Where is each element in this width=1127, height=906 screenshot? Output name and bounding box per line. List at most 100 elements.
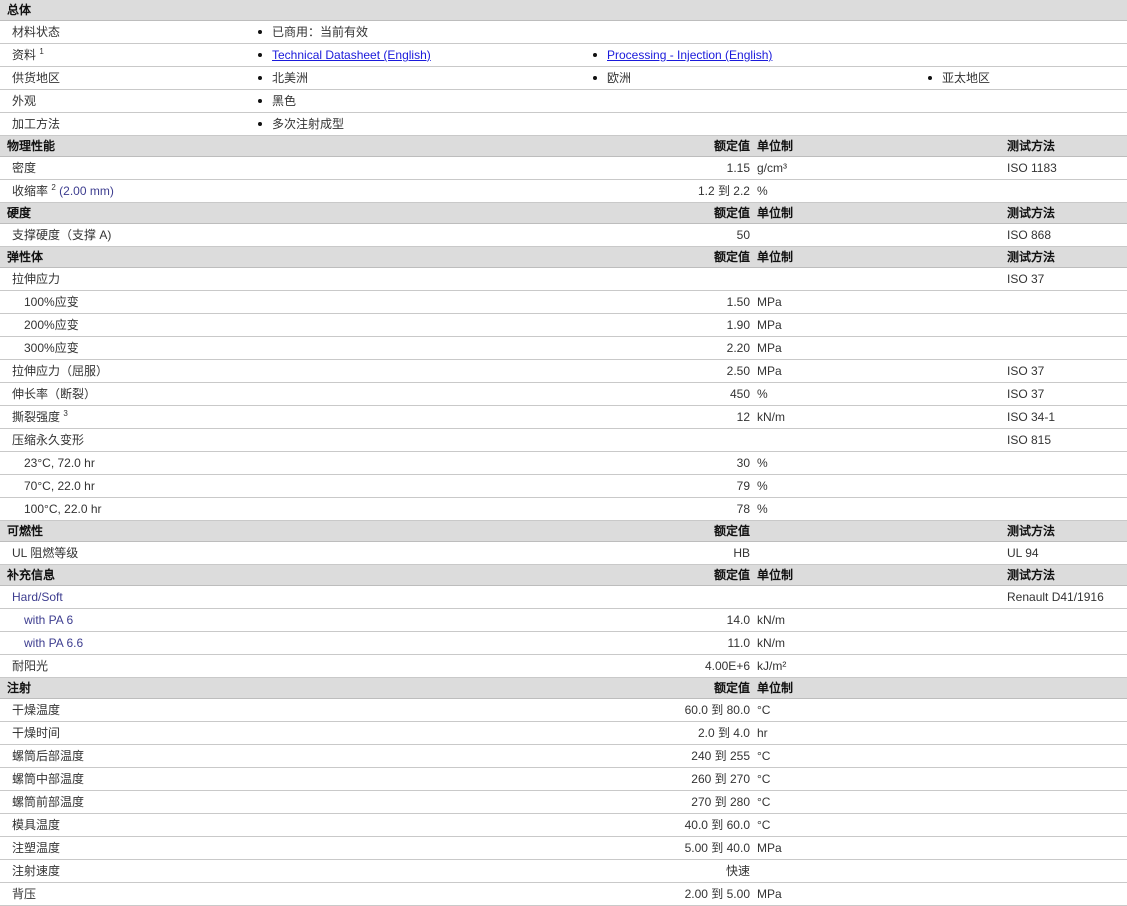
- section-title: 硬度: [7, 206, 32, 220]
- table-row: 拉伸应力 ISO 37: [0, 268, 1127, 291]
- row-value: 270 到 280: [691, 795, 750, 809]
- row-value: 240 到 255: [691, 749, 750, 763]
- datasheet: 总体 材料状态 已商用：当前有效 资料 1 Technical Datashee…: [0, 0, 1127, 906]
- section-header-injection: 注射 额定值 单位制: [0, 678, 1127, 699]
- row-value: 12: [736, 410, 750, 424]
- row-availability: 供货地区 北美洲 欧洲 亚太地区: [0, 67, 1127, 90]
- row-label: 拉伸应力（屈服）: [12, 364, 109, 378]
- row-unit: °C: [757, 703, 771, 717]
- row-value: 5.00 到 40.0: [684, 841, 750, 855]
- row-value: 450: [729, 387, 750, 401]
- column-method: 测试方法: [1007, 139, 1056, 153]
- row-unit: kJ/m²: [757, 659, 787, 673]
- row-label: 100°C, 22.0 hr: [24, 502, 102, 516]
- row-processing-method: 加工方法 多次注射成型: [0, 113, 1127, 136]
- column-method: 测试方法: [1007, 250, 1056, 264]
- row-label: 外观: [12, 94, 37, 108]
- row-unit: %: [757, 502, 768, 516]
- row-label: 拉伸应力: [12, 272, 61, 286]
- row-unit: %: [757, 387, 768, 401]
- technical-datasheet-link[interactable]: Technical Datasheet (English): [272, 48, 431, 62]
- row-label: with PA 6.6: [24, 636, 84, 650]
- table-row: 支撑硬度（支撑 A) 50 ISO 868: [0, 224, 1127, 247]
- row-value: 14.0: [726, 613, 750, 627]
- row-appearance: 外观 黑色: [0, 90, 1127, 113]
- table-row: 模具温度 40.0 到 60.0 °C: [0, 814, 1127, 837]
- row-value: 78: [736, 502, 750, 516]
- column-nominal: 额定值: [713, 568, 750, 582]
- bullet-item: 北美洲: [258, 67, 308, 90]
- row-unit: %: [757, 184, 768, 198]
- row-literature: 资料 1 Technical Datasheet (English) Proce…: [0, 44, 1127, 67]
- column-nominal: 额定值: [713, 139, 750, 153]
- table-row: 螺筒后部温度 240 到 255 °C: [0, 745, 1127, 768]
- section-title: 弹性体: [7, 250, 44, 264]
- row-method: ISO 868: [1007, 228, 1052, 242]
- section-header-general: 总体: [0, 0, 1127, 21]
- section-title: 总体: [7, 3, 32, 17]
- row-method: ISO 37: [1007, 364, 1045, 378]
- bullet-item: Technical Datasheet (English): [258, 44, 431, 67]
- column-nominal: 额定值: [713, 250, 750, 264]
- row-unit: °C: [757, 772, 771, 786]
- row-unit: MPa: [757, 318, 782, 332]
- column-method: 测试方法: [1007, 206, 1056, 220]
- row-unit: kN/m: [757, 613, 785, 627]
- row-value: 40.0 到 60.0: [684, 818, 750, 832]
- row-method: ISO 37: [1007, 387, 1045, 401]
- section-header-elastomers: 弹性体 额定值 单位制 测试方法: [0, 247, 1127, 268]
- row-unit: MPa: [757, 887, 782, 901]
- row-unit: °C: [757, 795, 771, 809]
- row-value: 1.2 到 2.2: [697, 184, 750, 198]
- row-label: 干燥温度: [12, 703, 61, 717]
- row-value: 1.15: [726, 161, 750, 175]
- bullet-item: 已商用：当前有效: [258, 21, 368, 44]
- table-row: 200%应变 1.90 MPa: [0, 314, 1127, 337]
- table-row: 70°C, 22.0 hr 79 %: [0, 475, 1127, 498]
- table-row: 压缩永久变形 ISO 815: [0, 429, 1127, 452]
- row-label: 100%应变: [24, 295, 79, 309]
- section-title: 可燃性: [7, 524, 44, 538]
- row-unit: %: [757, 479, 768, 493]
- row-method: ISO 1183: [1007, 161, 1057, 175]
- table-row: Hard/Soft Renault D41/1916: [0, 586, 1127, 609]
- column-unit: 单位制: [757, 206, 794, 220]
- table-row: with PA 6 14.0 kN/m: [0, 609, 1127, 632]
- row-label: 300%应变: [24, 341, 79, 355]
- column-unit: 单位制: [757, 139, 794, 153]
- row-label: 干燥时间: [12, 726, 61, 740]
- table-row: 100%应变 1.50 MPa: [0, 291, 1127, 314]
- section-title: 补充信息: [7, 568, 56, 582]
- row-unit: kN/m: [757, 636, 785, 650]
- row-label: 材料状态: [12, 25, 61, 39]
- bullet-icon: [258, 121, 262, 126]
- section-header-flammability: 可燃性 额定值 测试方法: [0, 521, 1127, 542]
- row-label: 撕裂强度 3: [12, 409, 68, 425]
- column-method: 测试方法: [1007, 568, 1056, 582]
- row-label: UL 阻燃等级: [12, 546, 79, 560]
- row-value: 2.20: [726, 341, 750, 355]
- table-row: 拉伸应力（屈服） 2.50 MPa ISO 37: [0, 360, 1127, 383]
- row-value: 2.50: [726, 364, 750, 378]
- processing-injection-link[interactable]: Processing - Injection (English): [607, 48, 772, 62]
- row-label: 加工方法: [12, 117, 61, 131]
- row-value: 2.00 到 5.00: [684, 887, 750, 901]
- table-row: 密度 1.15 g/cm³ ISO 1183: [0, 157, 1127, 180]
- table-row: 干燥温度 60.0 到 80.0 °C: [0, 699, 1127, 722]
- column-unit: 单位制: [757, 250, 794, 264]
- table-row: 伸长率（断裂） 450 % ISO 37: [0, 383, 1127, 406]
- row-label: 资料 1: [12, 47, 44, 63]
- column-method: 测试方法: [1007, 524, 1056, 538]
- table-row: 23°C, 72.0 hr 30 %: [0, 452, 1127, 475]
- table-row: 300%应变 2.20 MPa: [0, 337, 1127, 360]
- row-label: Hard/Soft: [12, 590, 63, 604]
- row-value: 2.0 到 4.0: [697, 726, 750, 740]
- column-unit: 单位制: [757, 681, 794, 695]
- section-header-hardness: 硬度 额定值 单位制 测试方法: [0, 203, 1127, 224]
- row-unit: g/cm³: [757, 161, 787, 175]
- row-value: 11.0: [727, 636, 750, 650]
- row-unit: MPa: [757, 841, 782, 855]
- row-method: ISO 815: [1007, 433, 1052, 447]
- row-value: 60.0 到 80.0: [684, 703, 750, 717]
- row-value: 4.00E+6: [704, 659, 750, 673]
